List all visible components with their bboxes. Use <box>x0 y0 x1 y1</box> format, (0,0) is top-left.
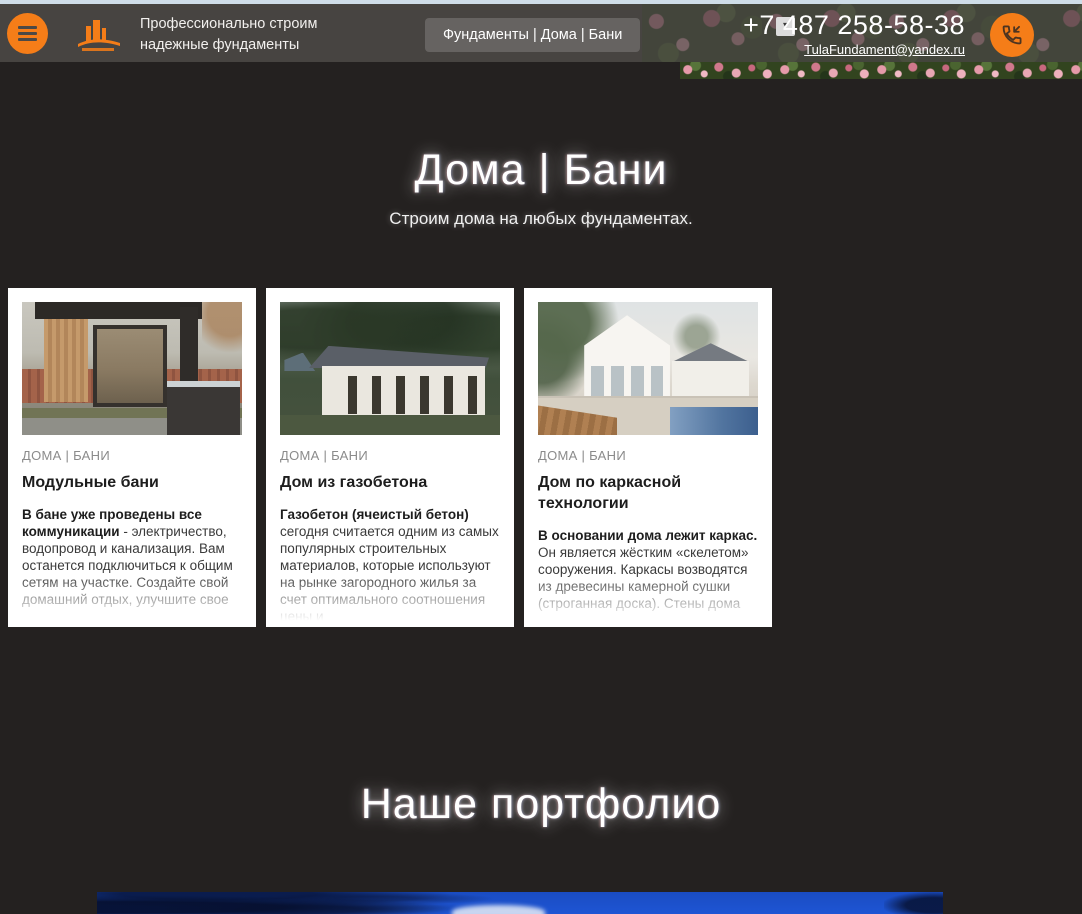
portfolio-title: Наше портфолио <box>0 780 1082 829</box>
hamburger-icon <box>18 26 37 41</box>
snowy-roof-hint <box>452 905 545 914</box>
tree-silhouette-right <box>884 892 943 914</box>
header-tagline: Профессионально строим надежные фундамен… <box>140 14 317 56</box>
text-fade-overlay <box>266 573 514 627</box>
card-body-lead: В основании дома лежит каркас. <box>538 528 757 543</box>
tagline-line-1: Профессионально строим <box>140 14 317 35</box>
portfolio-slide-image[interactable] <box>97 892 943 914</box>
card-modular-baths[interactable]: ДОМА | БАНИ Модульные бани В бане уже пр… <box>8 288 256 627</box>
company-logo[interactable] <box>74 16 124 56</box>
garden-photo-strip <box>680 62 1082 79</box>
call-button[interactable] <box>990 13 1034 57</box>
card-category: ДОМА | БАНИ <box>280 448 500 463</box>
card-title: Дом по каркасной технологии <box>538 472 758 514</box>
top-accent-strip <box>0 0 1082 4</box>
card-image-pool-house <box>538 302 758 435</box>
page-subtitle: Строим дома на любых фундаментах. <box>0 209 1082 229</box>
card-image-sauna <box>22 302 242 435</box>
text-fade-overlay <box>524 573 772 627</box>
card-title: Дом из газобетона <box>280 472 500 493</box>
tagline-line-2: надежные фундаменты <box>140 35 317 56</box>
card-category: ДОМА | БАНИ <box>538 448 758 463</box>
email-link[interactable]: TulaFundament@yandex.ru <box>804 42 965 57</box>
buildings-road-logo-icon <box>74 16 124 56</box>
text-fade-overlay <box>8 573 256 627</box>
card-body-lead: Газобетон (ячеистый бетон) <box>280 507 469 522</box>
card-aerated-concrete-house[interactable]: ДОМА | БАНИ Дом из газобетона Газобетон … <box>266 288 514 627</box>
menu-button[interactable] <box>7 13 48 54</box>
page-title: Дома | Бани <box>0 146 1082 195</box>
nav-button-sections[interactable]: Фундаменты | Дома | Бани <box>425 18 640 52</box>
card-frame-house[interactable]: ДОМА | БАНИ Дом по каркасной технологии … <box>524 288 772 627</box>
phone-number[interactable]: +7 487 258-58-38 <box>743 9 965 41</box>
cards-row: ДОМА | БАНИ Модульные бани В бане уже пр… <box>8 288 772 627</box>
incoming-call-icon <box>999 22 1025 48</box>
site-header: Профессионально строим надежные фундамен… <box>0 4 1082 62</box>
card-category: ДОМА | БАНИ <box>22 448 242 463</box>
header-contacts: +7 487 258-58-38 TulaFundament@yandex.ru <box>743 9 965 59</box>
card-title: Модульные бани <box>22 472 242 493</box>
card-image-bungalow <box>280 302 500 435</box>
hero-section: Дома | Бани Строим дома на любых фундаме… <box>0 146 1082 229</box>
